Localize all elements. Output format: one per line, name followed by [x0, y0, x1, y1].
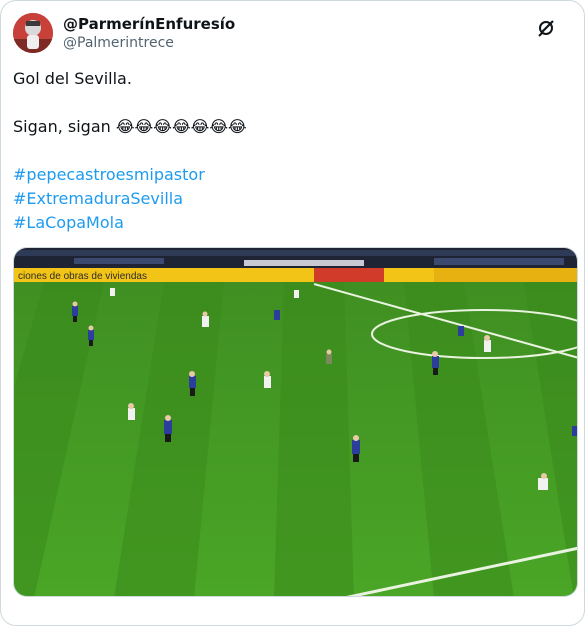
- x-logo-icon[interactable]: [537, 17, 557, 37]
- laughing-emoji-row: 😂😂😂😂😂😂😂: [115, 117, 247, 136]
- tweet-line-2: Sigan, sigan 😂😂😂😂😂😂😂: [13, 115, 573, 139]
- profile-avatar-image: [13, 13, 53, 53]
- display-name[interactable]: @ParmerínEnfuresío: [63, 15, 235, 34]
- hashtag-link[interactable]: #ExtremaduraSevilla: [13, 187, 573, 211]
- tweet-line-2-text: Sigan, sigan: [13, 117, 111, 136]
- user-handle[interactable]: @Palmerintrece: [63, 34, 235, 53]
- tweet-card[interactable]: @ParmerínEnfuresío @Palmerintrece Gol de…: [0, 0, 585, 626]
- hashtag-link[interactable]: #pepecastroesmipastor: [13, 163, 573, 187]
- tweet-text: Gol del Sevilla. Sigan, sigan 😂😂😂😂😂😂😂 #p…: [13, 67, 573, 235]
- avatar[interactable]: [13, 13, 53, 53]
- soccer-pitch-image: ciones de obras de viviendas: [14, 248, 577, 596]
- tweet-media[interactable]: ciones de obras de viviendas: [13, 247, 578, 597]
- tweet-header: @ParmerínEnfuresío @Palmerintrece: [13, 13, 573, 57]
- ad-banner-text: ciones de obras de viviendas: [18, 271, 147, 282]
- author-names: @ParmerínEnfuresío @Palmerintrece: [63, 15, 235, 53]
- tweet-line-1: Gol del Sevilla.: [13, 69, 132, 88]
- hashtag-link[interactable]: #LaCopaMola: [13, 211, 573, 235]
